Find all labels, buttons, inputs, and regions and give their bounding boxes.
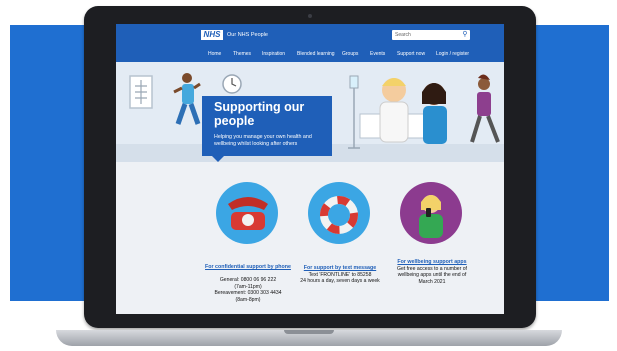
hero-banner: Supporting our people Helping you manage… [116,62,504,162]
phone-support-link[interactable]: For confidential support by phone [200,264,296,271]
search-icon[interactable]: ⚲ [460,30,470,40]
hero-subtitle: Helping you manage your own health and w… [214,134,312,147]
nhs-logo[interactable]: NHS [201,30,223,40]
hero-callout: Supporting our people Helping you manage… [202,96,332,162]
search-input[interactable]: Search [392,30,470,40]
site-title[interactable]: Our NHS People [227,30,268,40]
laptop-base [56,330,562,346]
telephone-icon [216,182,278,244]
phone-bereavement-hours: (8am-8pm) [235,296,261,303]
laptop-notch [284,330,334,334]
text-availability: 24 hours a day, seven days a week [300,278,380,284]
nav-themes[interactable]: Themes [233,48,251,60]
nav-inspiration[interactable]: Inspiration [262,48,285,60]
camera-icon [308,14,312,18]
lifebuoy-icon [308,182,370,244]
nav-support-now[interactable]: Support now [397,48,425,60]
nav-home[interactable]: Home [208,48,221,60]
nav-blended-learning[interactable]: Blended learning [297,48,335,60]
support-section: For confidential support by phone Genera… [116,162,504,314]
nav-login-register[interactable]: Login / register [436,48,469,60]
hero-title: Supporting our people [214,100,305,128]
site-header: NHS Our NHS People Search ⚲ Home Themes … [116,24,504,62]
main-nav: Home Themes Inspiration Blended learning… [116,48,504,60]
browser-screen: NHS Our NHS People Search ⚲ Home Themes … [116,24,504,314]
apps-text-line-3: March 2021 [418,278,446,285]
phone-user-icon [400,182,462,244]
search-placeholder: Search [395,32,411,38]
nav-groups[interactable]: Groups [342,48,358,60]
nav-events[interactable]: Events [370,48,385,60]
